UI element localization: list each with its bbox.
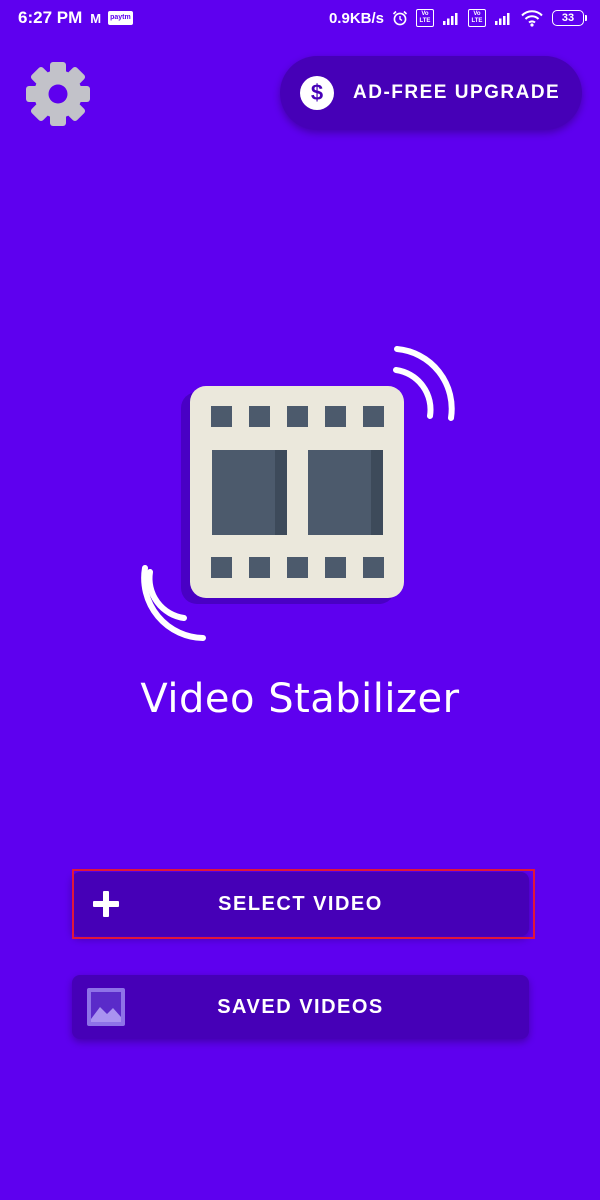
film-strip-icon [141,346,455,641]
gear-icon [26,62,90,126]
gallery-icon [87,988,125,1026]
signal-icon-2 [495,13,510,25]
saved-videos-button[interactable]: SAVED VIDEOS [72,975,529,1039]
volte-icon-2: Vo LTE [468,9,486,27]
dollar-icon: $ [300,76,334,110]
select-video-label: SELECT VIDEO [218,892,383,915]
gmail-m-icon: M [90,10,101,26]
status-time: 6:27 PM [18,8,83,27]
alarm-icon [392,10,408,26]
select-video-button[interactable]: SELECT VIDEO [72,872,529,936]
status-bar: 6:27 PM M paytm 0.9KB/s Vo LTE Vo LTE 33 [0,0,600,36]
app-title: Video Stabilizer [140,676,460,722]
status-right: 0.9KB/s Vo LTE Vo LTE 33 [328,9,587,27]
ad-free-upgrade-label: AD-FREE UPGRADE [353,82,561,103]
ad-free-upgrade-button[interactable]: $ AD-FREE UPGRADE [280,56,582,130]
paytm-icon: paytm [108,11,133,25]
plus-icon [93,891,119,917]
status-left: 6:27 PM M paytm [18,8,133,28]
battery-icon: 33 [552,10,587,26]
saved-videos-label: SAVED VIDEOS [217,995,384,1018]
signal-icon [443,13,458,25]
app-screen: 6:27 PM M paytm 0.9KB/s Vo LTE Vo LTE 33… [0,0,600,1200]
volte-icon: Vo LTE [416,9,434,27]
settings-button[interactable] [24,60,92,128]
network-speed: 0.9KB/s [328,9,384,27]
wifi-icon [521,10,543,27]
